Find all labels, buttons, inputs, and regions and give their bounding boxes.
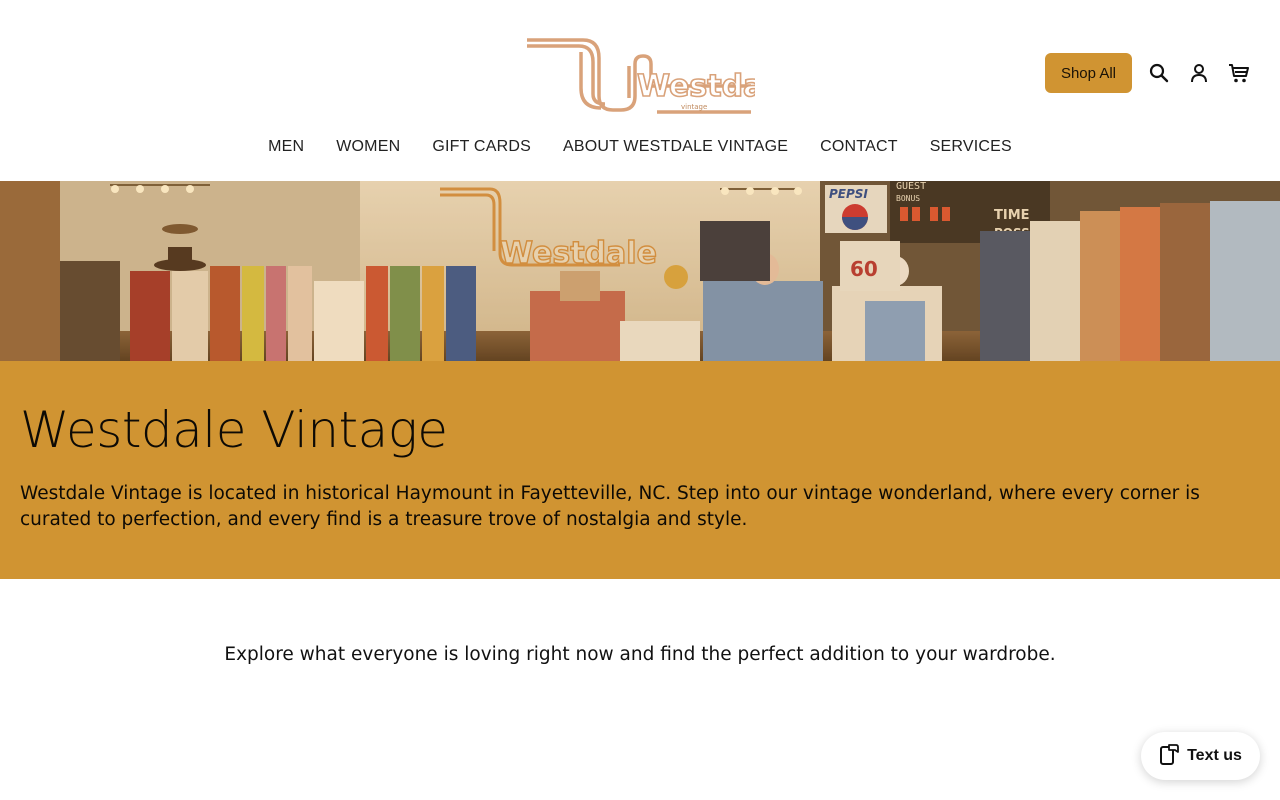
logo-graphic: Westdale vintage	[527, 38, 755, 114]
header-actions: Shop All	[1044, 53, 1252, 93]
intro-band: Westdale Vintage Westdale Vintage is loc…	[0, 361, 1280, 579]
explore-text: Explore what everyone is loving right no…	[224, 644, 1056, 665]
store-description: Westdale Vintage is located in historica…	[20, 483, 1200, 530]
svg-text:Westdale: Westdale	[637, 69, 755, 104]
text-us-button[interactable]: Text us	[1141, 732, 1260, 780]
main-nav: MEN WOMEN GIFT CARDS ABOUT WESTDALE VINT…	[0, 138, 1280, 156]
nav-item-services[interactable]: SERVICES	[930, 138, 1012, 156]
search-icon[interactable]	[1146, 60, 1172, 86]
nav-item-women[interactable]: WOMEN	[336, 138, 400, 156]
westdale-logo[interactable]: Westdale vintage	[525, 36, 755, 116]
text-us-icon	[1159, 743, 1179, 770]
nav-item-men[interactable]: MEN	[268, 138, 304, 156]
text-us-label: Text us	[1187, 747, 1242, 764]
cart-icon[interactable]	[1226, 60, 1252, 86]
account-icon[interactable]	[1186, 60, 1212, 86]
nav-item-gift-cards[interactable]: GIFT CARDS	[432, 138, 531, 156]
nav-item-about[interactable]: ABOUT WESTDALE VINTAGE	[563, 138, 788, 156]
svg-text:vintage: vintage	[681, 103, 707, 111]
shop-all-button[interactable]: Shop All	[1044, 53, 1132, 93]
hero-store-image: Westdale PEPSI GUEST BONUS TIME POSS	[0, 181, 1280, 361]
nav-item-contact[interactable]: CONTACT	[820, 138, 898, 156]
site-header: Westdale vintage Shop All MEN WOMEN GIFT…	[0, 0, 1280, 181]
page-title: Westdale Vintage	[20, 401, 448, 459]
store-interior-illustration: Westdale PEPSI GUEST BONUS TIME POSS	[0, 181, 1280, 361]
